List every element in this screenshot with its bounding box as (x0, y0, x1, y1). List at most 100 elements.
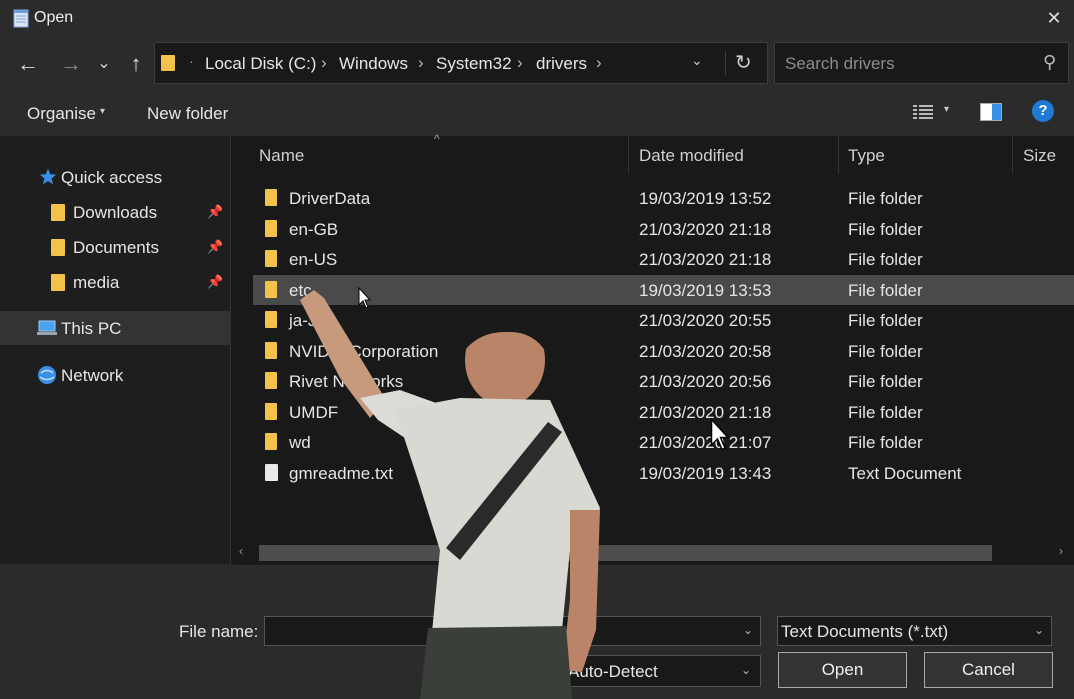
navigation-pane: Quick access Downloads 📌 Documents 📌 med… (0, 136, 230, 564)
list-item[interactable]: en-US 21/03/2020 21:18 File folder (253, 244, 1074, 274)
up-button[interactable]: ↑ (121, 48, 151, 80)
breadcrumb-separator[interactable]: › (596, 53, 602, 73)
file-type-value: Text Documents (*.txt) (781, 622, 949, 641)
scroll-right-icon[interactable]: › (1059, 544, 1063, 558)
column-header-size[interactable]: Size (1023, 146, 1056, 166)
breadcrumb-system32[interactable]: System32 (436, 54, 512, 74)
breadcrumb-windows[interactable]: Windows (339, 54, 408, 74)
file-date: 19/03/2019 13:53 (639, 281, 772, 300)
file-date: 21/03/2020 20:58 (639, 342, 772, 361)
file-type: Text Document (848, 464, 962, 483)
close-button[interactable]: ✕ (1040, 4, 1068, 32)
breadcrumb-drivers[interactable]: drivers (536, 54, 587, 74)
back-button[interactable]: ← (13, 48, 43, 80)
file-name-label: File name: (179, 622, 259, 641)
sidebar-item-quick-access[interactable]: Quick access (0, 160, 230, 194)
star-icon (39, 168, 57, 185)
command-bar: Organise ▾ New folder ▾ ? (0, 90, 1074, 134)
open-button[interactable]: Open (778, 652, 907, 688)
breadcrumb-separator[interactable]: › (321, 53, 327, 73)
address-bar[interactable]: · Local Disk (C:) › Windows › System32 ›… (154, 42, 768, 84)
file-date: 21/03/2020 21:07 (639, 433, 772, 452)
folder-icon (265, 311, 277, 328)
folder-icon (51, 274, 65, 291)
organise-caret-icon[interactable]: ▾ (100, 106, 105, 117)
preview-pane-icon[interactable] (980, 103, 1002, 121)
file-type-select[interactable]: Text Documents (*.txt) ⌄ (777, 616, 1052, 646)
divider (725, 51, 726, 75)
view-caret-icon[interactable]: ▾ (944, 104, 949, 115)
file-type: File folder (848, 220, 923, 239)
file-type: File folder (848, 311, 923, 330)
folder-icon (265, 403, 277, 420)
new-folder-button[interactable]: New folder (147, 104, 228, 124)
file-date: 21/03/2020 20:56 (639, 372, 772, 391)
column-header-type[interactable]: Type (848, 146, 885, 166)
pin-icon: 📌 (207, 239, 224, 254)
help-icon[interactable]: ? (1032, 100, 1054, 122)
breadcrumb-separator[interactable]: › (418, 53, 424, 73)
sidebar-item-this-pc[interactable]: This PC (0, 311, 230, 345)
title-bar: Open ✕ (0, 0, 1074, 38)
pin-icon: 📌 (207, 274, 224, 289)
search-icon[interactable]: ⚲ (1043, 52, 1056, 73)
folder-icon (265, 342, 277, 359)
forward-button[interactable]: → (56, 48, 86, 80)
window-title: Open (34, 9, 74, 26)
address-dropdown-button[interactable]: ⌄ (691, 52, 703, 69)
sidebar-item-label: Quick access (61, 168, 163, 187)
folder-icon (265, 189, 277, 206)
mouse-cursor-icon (358, 287, 372, 309)
file-name: en-GB (289, 220, 339, 239)
file-date: 19/03/2019 13:43 (639, 464, 772, 483)
refresh-icon[interactable]: ↻ (735, 50, 752, 75)
column-header-date-modified[interactable]: Date modified (639, 146, 744, 166)
file-date: 21/03/2020 21:18 (639, 250, 772, 269)
file-type: File folder (848, 250, 923, 269)
folder-icon (51, 239, 65, 256)
sort-ascending-icon: ^ (434, 132, 440, 146)
file-date: 21/03/2020 21:18 (639, 220, 772, 239)
folder-icon (265, 372, 277, 389)
column-divider[interactable] (1012, 136, 1013, 174)
file-name: DriverData (289, 189, 371, 208)
file-date: 21/03/2020 20:55 (639, 311, 772, 330)
notepad-icon (13, 9, 29, 28)
search-box[interactable]: ⚲ (774, 42, 1069, 84)
list-item[interactable]: en-GB 21/03/2020 21:18 File folder (253, 214, 1074, 244)
chevron-down-icon[interactable]: ⌄ (741, 663, 751, 677)
chevron-down-icon[interactable]: ⌄ (1034, 623, 1044, 637)
organise-button[interactable]: Organise (27, 104, 96, 124)
sidebar-item-downloads[interactable]: Downloads 📌 (0, 195, 230, 229)
sidebar-item-label: media (73, 273, 120, 292)
scroll-left-icon[interactable]: ‹ (239, 544, 243, 558)
sidebar-item-label: Downloads (73, 203, 158, 222)
list-item[interactable]: DriverData 19/03/2019 13:52 File folder (253, 183, 1074, 213)
column-divider[interactable] (838, 136, 839, 174)
file-type: File folder (848, 189, 923, 208)
file-type: File folder (848, 403, 923, 422)
person-shirt (395, 398, 600, 632)
recent-locations-button[interactable]: ⌄ (92, 48, 116, 80)
person-photo-overlay (300, 290, 600, 699)
column-header-name[interactable]: Name (259, 146, 304, 166)
file-type: File folder (848, 433, 923, 452)
sidebar-item-media[interactable]: media 📌 (0, 265, 230, 299)
cancel-button[interactable]: Cancel (924, 652, 1053, 688)
sidebar-item-label: Documents (73, 238, 159, 257)
pin-icon: 📌 (207, 204, 224, 219)
sidebar-item-label: Network (61, 366, 124, 385)
folder-icon (265, 433, 277, 450)
file-date: 21/03/2020 21:18 (639, 403, 772, 422)
breadcrumb-local-disk[interactable]: Local Disk (C:) (205, 54, 316, 74)
breadcrumb-separator[interactable]: › (517, 53, 523, 73)
network-icon (38, 366, 56, 384)
sidebar-item-documents[interactable]: Documents 📌 (0, 230, 230, 264)
folder-icon (265, 281, 277, 298)
column-divider[interactable] (628, 136, 629, 174)
file-type: File folder (848, 372, 923, 391)
chevron-down-icon[interactable]: ⌄ (743, 623, 753, 637)
view-options-icon[interactable] (913, 104, 933, 120)
search-input[interactable] (783, 51, 1037, 77)
sidebar-item-network[interactable]: Network (0, 358, 230, 392)
